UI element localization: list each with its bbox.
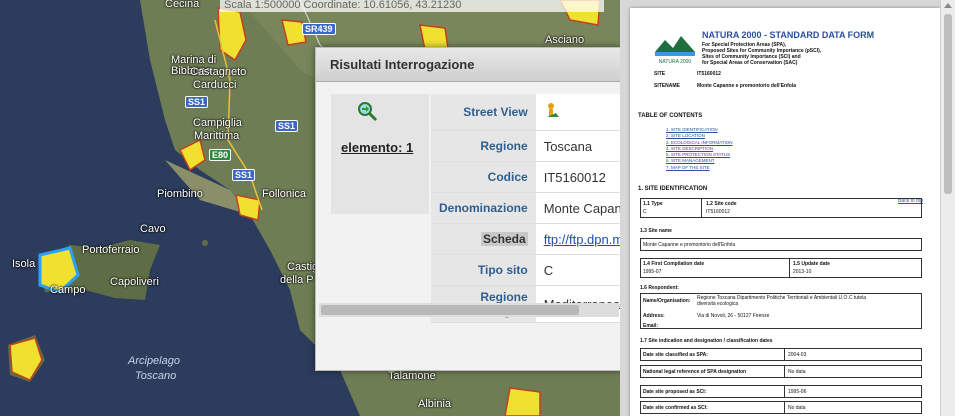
result-element-panel: elemento: 1	[331, 94, 429, 214]
attr-value: C	[535, 254, 621, 286]
map-label: Talamone	[388, 370, 436, 382]
subtitle-line: for Special Areas of Conservation (SAC)	[702, 60, 798, 66]
table-row: Codice IT5160012	[431, 161, 621, 193]
sitename-label: SITENAME	[654, 83, 680, 89]
road-shield: SR439	[302, 23, 336, 35]
attr-value: IT5160012	[535, 161, 621, 193]
respondent-label: 1.6 Respondent:	[640, 285, 679, 291]
attr-key: Denominazione	[431, 192, 536, 224]
map-label: Cecina	[165, 0, 200, 10]
attr-key: Codice	[431, 161, 536, 193]
first-compilation-label: 1.4 First Compilation date	[643, 261, 705, 267]
map-label: Albinia	[418, 398, 452, 410]
map-label: Marittima	[194, 130, 240, 142]
spa-value: 2004-03	[788, 352, 807, 358]
type-label: 1.1 Type	[643, 201, 663, 207]
address-value: Via di Novoli, 26 - 50127 Firenze	[697, 313, 770, 319]
email-label: Email:	[643, 323, 659, 329]
attr-key: Regione	[431, 130, 536, 162]
table-row: Tipo sito C	[431, 254, 621, 286]
table-row: Denominazione Monte Capanne e promontori…	[431, 192, 621, 224]
org-label: Name/Organisation:	[643, 298, 691, 304]
attributes-table: Street View Regione Toscana Codice IT516…	[431, 94, 621, 323]
road-shield: SS1	[232, 169, 256, 181]
toc-list: 1. SITE IDENTIFICATION 2. SITE LOCATION …	[666, 127, 733, 171]
street-view-pegman-icon[interactable]	[544, 102, 562, 120]
scrollbar-thumb[interactable]	[321, 305, 579, 315]
horizontal-scrollbar[interactable]	[319, 303, 619, 317]
code-label: 1.2 Site code	[706, 201, 737, 207]
code-value: IT5160012	[706, 209, 730, 215]
scheda-ftp-link[interactable]: ftp://ftp.dpn.minambiente.it	[544, 232, 621, 247]
element-link[interactable]: elemento: 1	[341, 140, 413, 155]
attr-value: Monte Capanne e promontorio dell'Enfola	[535, 192, 621, 224]
toc-title: TABLE OF CONTENTS	[638, 113, 703, 119]
sci-conf-label: Date site confirmed as SCI:	[643, 405, 708, 411]
scroll-up-icon[interactable]	[944, 3, 952, 8]
map-label: Isola	[12, 258, 36, 270]
map-label: Follonica	[262, 188, 307, 200]
table-row: Scheda ftp://ftp.dpn.minambiente.it	[431, 223, 621, 255]
attr-key: Tipo sito	[431, 254, 536, 286]
section1-title: 1. SITE IDENTIFICATION	[638, 186, 708, 192]
popup-title: Risultati Interrogazione	[316, 48, 621, 82]
spa-label: Date site classified as SPA:	[643, 352, 708, 358]
attr-value: Toscana	[535, 130, 621, 162]
sci-prop-label: Date site proposed as SCI:	[643, 389, 707, 395]
toc-link[interactable]: 3. ECOLOGICAL INFORMATION	[666, 140, 733, 146]
pdf-viewer[interactable]: NATURA 2000 NATURA 2000 - STANDARD DATA …	[620, 0, 955, 416]
map-scale-coordinates: Scala 1:500000 Coordinate: 10.61056, 43.…	[220, 0, 604, 12]
map-label: Castig	[287, 261, 319, 273]
road-shield: E80	[209, 149, 232, 161]
road-shield: SS1	[185, 96, 209, 108]
map-label: della P	[280, 274, 314, 286]
toc-link[interactable]: 7. MAP OF THE SITE	[666, 165, 733, 171]
address-label: Address:	[643, 313, 665, 319]
legal-value: No data	[788, 369, 806, 375]
map-label: Cavo	[140, 223, 166, 235]
map-label: Piombino	[157, 188, 203, 200]
type-value: C	[643, 209, 647, 215]
map-label: Portoferraio	[82, 244, 140, 256]
form-title: NATURA 2000 - STANDARD DATA FORM	[702, 30, 875, 40]
map-label: Castagneto	[190, 66, 247, 78]
map-label: Campo	[50, 284, 86, 296]
pdf-vertical-scrollbar[interactable]	[940, 0, 955, 416]
sitename-full: Monte Capanne e promontorio dell'Enfola	[643, 242, 736, 248]
logo-text: NATURA 2000	[659, 59, 692, 65]
sitename-value: Monte Capanne e promontorio dell'Enfola	[697, 83, 796, 89]
pdf-page: NATURA 2000 NATURA 2000 - STANDARD DATA …	[630, 8, 940, 416]
designation-label: 1.7 Site indication and designation / cl…	[640, 338, 773, 344]
site-value: IT5160012	[697, 71, 721, 77]
map-label: Campiglia	[193, 117, 242, 129]
sitename-section: 1.3 Site name	[640, 228, 672, 234]
attr-key: Scheda	[431, 223, 536, 255]
road-shield: SS1	[275, 120, 299, 132]
table-row: Regione Toscana	[431, 130, 621, 162]
map-label: Arcipelago	[128, 355, 180, 367]
legal-label: National legal reference of SPA designat…	[643, 369, 747, 375]
sci-prop-value: 1995-06	[788, 389, 807, 395]
map-label: Carducci	[193, 79, 237, 91]
scheda-label: Scheda	[481, 232, 528, 246]
zoom-to-icon[interactable]	[356, 100, 378, 122]
org-value: diversità ecologica	[697, 301, 739, 307]
table-row: Street View	[431, 94, 621, 131]
update-value: 2013-10	[793, 269, 812, 275]
map-label: Toscano	[135, 370, 177, 382]
natura2000-logo: NATURA 2000	[653, 30, 697, 66]
update-label: 1.5 Update date	[793, 261, 830, 267]
attr-value	[535, 94, 621, 131]
scrollbar-thumb[interactable]	[944, 14, 952, 194]
attr-value: ftp://ftp.dpn.minambiente.it	[535, 223, 621, 255]
first-compilation-value: 1995-07	[643, 269, 662, 275]
map-label: Capoliveri	[110, 276, 159, 288]
sci-conf-value: No data	[788, 405, 806, 411]
query-results-popup[interactable]: Risultati Interrogazione elemento: 1 Str…	[315, 47, 622, 371]
map-label: Asciano	[545, 34, 585, 46]
attr-key: Street View	[431, 94, 536, 131]
site-label: SITE	[654, 71, 666, 77]
